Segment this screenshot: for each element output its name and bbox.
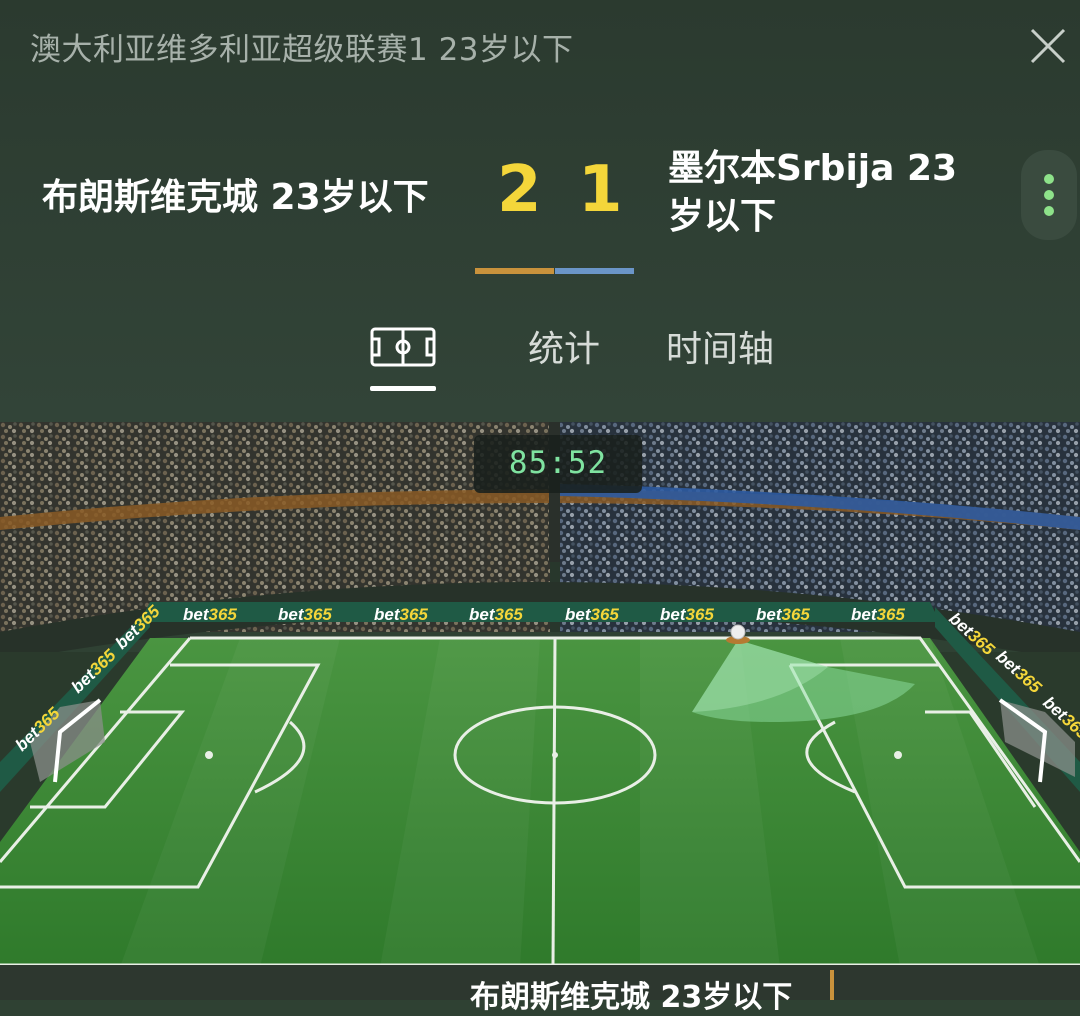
home-score: 2 <box>497 153 542 227</box>
ad-board: bet365 <box>756 605 810 624</box>
active-tab-indicator <box>370 386 436 391</box>
ad-board: bet365 <box>183 605 237 624</box>
league-title: 澳大利亚维多利亚超级联赛1 23岁以下 <box>30 32 574 68</box>
ad-board: bet365 <box>851 605 905 624</box>
home-team-name: 布朗斯维克城 23岁以下 <box>42 177 429 218</box>
event-team-color <box>830 970 834 1000</box>
tab-pitch[interactable] <box>370 327 436 393</box>
away-score: 1 <box>578 153 623 227</box>
ad-board: bet365 <box>469 605 523 624</box>
live-pitch-view: bet365 bet365 bet365 bet365 bet365 bet36… <box>0 422 1080 1000</box>
stadium-graphic: bet365 bet365 bet365 bet365 bet365 bet36… <box>0 422 1080 1000</box>
more-dot <box>1044 206 1054 216</box>
ad-board: bet365 <box>660 605 714 624</box>
away-color-segment <box>555 268 634 274</box>
pitch-icon <box>370 327 436 367</box>
tab-stats[interactable]: 统计 <box>528 320 600 372</box>
ad-board: bet365 <box>565 605 619 624</box>
match-header: 澳大利亚维多利亚超级联赛1 23岁以下 布朗斯维克城 23岁以下 2 1 墨尔本… <box>0 0 1080 422</box>
tab-timeline[interactable]: 时间轴 <box>666 320 774 372</box>
close-button[interactable] <box>1024 22 1072 70</box>
away-team-name: 墨尔本Srbija 23 岁以下 <box>668 148 958 237</box>
match-clock: 85:52 <box>474 435 642 493</box>
more-vertical-icon <box>1044 174 1054 184</box>
event-team-name: 布朗斯维克城 23岁以下 <box>470 980 793 1015</box>
home-color-segment <box>475 268 554 274</box>
ad-board: bet365 <box>374 605 428 624</box>
ad-board: bet365 <box>278 605 332 624</box>
team-color-bar <box>475 268 634 274</box>
close-icon <box>1030 28 1066 64</box>
more-options-button[interactable] <box>1021 150 1077 240</box>
more-dot <box>1044 190 1054 200</box>
